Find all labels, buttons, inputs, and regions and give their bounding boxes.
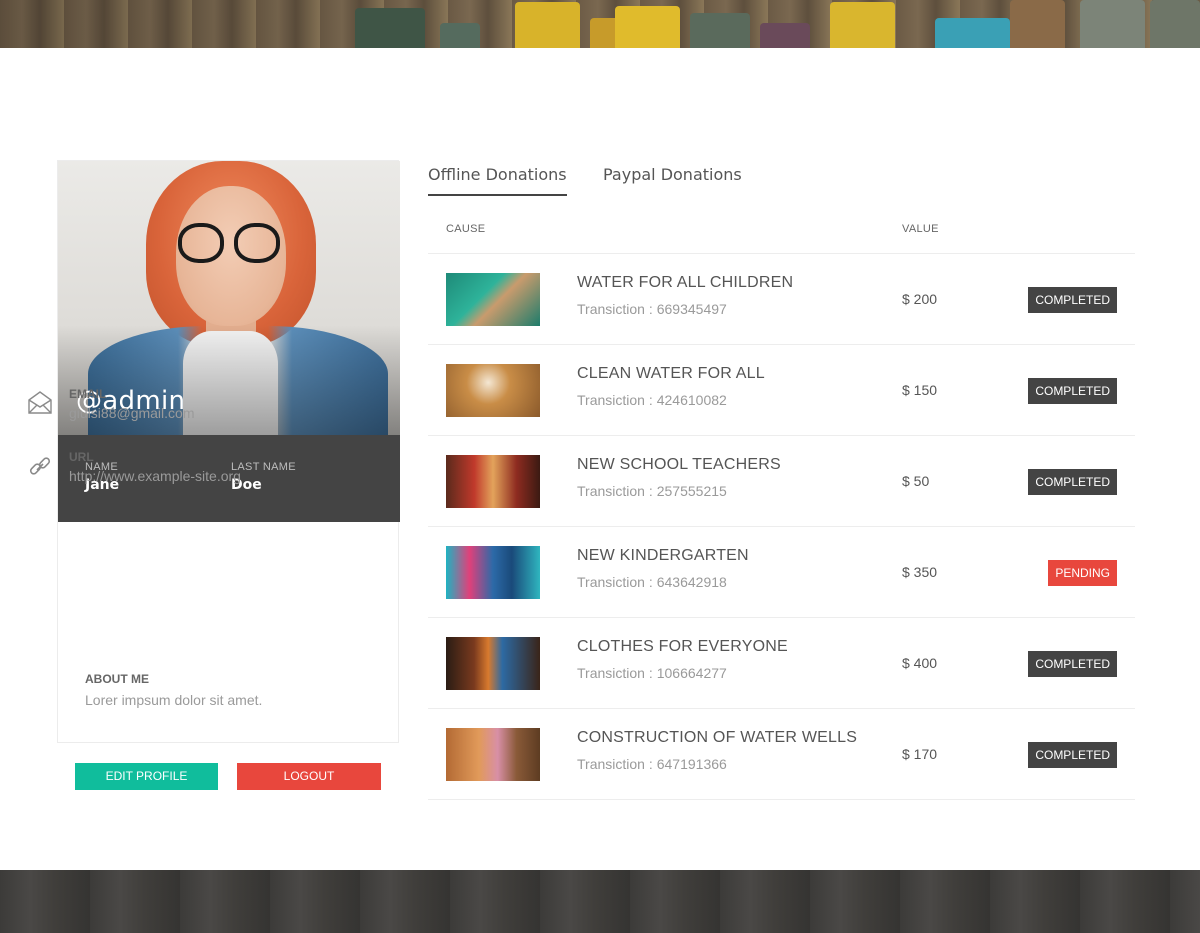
donation-value: $ 200 xyxy=(902,291,938,307)
donation-value: $ 150 xyxy=(902,382,938,398)
about-me: ABOUT ME Lorer impsum dolor sit amet. xyxy=(85,672,262,708)
top-banner-image xyxy=(0,0,1200,48)
envelope-icon xyxy=(27,389,53,415)
donations-table: CAUSE VALUE WATER FOR ALL CHILDREN Trans… xyxy=(428,210,1135,800)
transaction-id: 669345497 xyxy=(656,301,727,317)
table-header: CAUSE VALUE xyxy=(428,210,1135,254)
transaction-id: 106664277 xyxy=(656,665,727,681)
profile-photo: @admin xyxy=(58,161,400,435)
transaction-info: Transiction :647191366 xyxy=(577,756,727,772)
transaction-info: Transiction :669345497 xyxy=(577,301,727,317)
transaction-info: Transiction :424610082 xyxy=(577,392,727,408)
transaction-id: 424610082 xyxy=(656,392,727,408)
status-badge: COMPLETED xyxy=(1028,651,1117,677)
about-me-label: ABOUT ME xyxy=(85,672,149,686)
transaction-id: 643642918 xyxy=(656,574,727,590)
donation-value: $ 170 xyxy=(902,746,938,762)
table-row[interactable]: NEW SCHOOL TEACHERS Transiction :2575552… xyxy=(428,436,1135,527)
cause-thumbnail xyxy=(446,637,540,690)
table-row[interactable]: WATER FOR ALL CHILDREN Transiction :6693… xyxy=(428,254,1135,345)
logout-button[interactable]: LOGOUT xyxy=(237,763,381,790)
status-badge: COMPLETED xyxy=(1028,742,1117,768)
cause-thumbnail xyxy=(446,273,540,326)
transaction-label: Transiction : xyxy=(577,483,653,499)
transaction-label: Transiction : xyxy=(577,574,653,590)
transaction-label: Transiction : xyxy=(577,756,653,772)
cause-thumbnail xyxy=(446,364,540,417)
link-icon xyxy=(27,454,53,480)
email-value: giulsi88@gmail.com xyxy=(69,405,195,421)
url-value[interactable]: http://www.example-site.org xyxy=(69,468,241,484)
transaction-info: Transiction :106664277 xyxy=(577,665,727,681)
status-badge: COMPLETED xyxy=(1028,378,1117,404)
column-header-cause: CAUSE xyxy=(446,223,486,235)
transaction-info: Transiction :643642918 xyxy=(577,574,727,590)
donation-value: $ 400 xyxy=(902,655,938,671)
profile-card: @admin NAME Jane LAST NAME Doe xyxy=(57,160,400,743)
table-row[interactable]: CLOTHES FOR EVERYONE Transiction :106664… xyxy=(428,618,1135,709)
cause-title[interactable]: NEW KINDERGARTEN xyxy=(577,547,749,565)
edit-profile-button[interactable]: EDIT PROFILE xyxy=(75,763,218,790)
cause-title[interactable]: NEW SCHOOL TEACHERS xyxy=(577,456,781,474)
tab-offline-donations[interactable]: Offline Donations xyxy=(428,165,567,196)
tab-paypal-donations[interactable]: Paypal Donations xyxy=(603,165,742,194)
column-header-value: VALUE xyxy=(902,223,939,235)
transaction-label: Transiction : xyxy=(577,392,653,408)
transaction-id: 647191366 xyxy=(656,756,727,772)
cause-title[interactable]: CONSTRUCTION OF WATER WELLS xyxy=(577,729,857,747)
cause-title[interactable]: CLOTHES FOR EVERYONE xyxy=(577,638,788,656)
transaction-info: Transiction :257555215 xyxy=(577,483,727,499)
donation-value: $ 350 xyxy=(902,564,938,580)
cause-thumbnail xyxy=(446,546,540,599)
email-label: EMAIL xyxy=(69,387,107,401)
transaction-label: Transiction : xyxy=(577,665,653,681)
transaction-label: Transiction : xyxy=(577,301,653,317)
table-row[interactable]: CONSTRUCTION OF WATER WELLS Transiction … xyxy=(428,709,1135,800)
table-row[interactable]: CLEAN WATER FOR ALL Transiction :4246100… xyxy=(428,345,1135,436)
donation-value: $ 50 xyxy=(902,473,930,489)
status-badge: COMPLETED xyxy=(1028,469,1117,495)
cause-thumbnail xyxy=(446,455,540,508)
footer-band xyxy=(0,870,1200,933)
table-row[interactable]: NEW KINDERGARTEN Transiction :643642918 … xyxy=(428,527,1135,618)
cause-title[interactable]: WATER FOR ALL CHILDREN xyxy=(577,274,793,292)
about-me-text: Lorer impsum dolor sit amet. xyxy=(85,692,263,708)
cause-thumbnail xyxy=(446,728,540,781)
status-badge: COMPLETED xyxy=(1028,287,1117,313)
transaction-id: 257555215 xyxy=(656,483,727,499)
donation-tabs: Offline Donations Paypal Donations xyxy=(428,165,1135,197)
cause-title[interactable]: CLEAN WATER FOR ALL xyxy=(577,365,765,383)
url-label: URL xyxy=(69,450,94,464)
status-badge: PENDING xyxy=(1048,560,1117,586)
